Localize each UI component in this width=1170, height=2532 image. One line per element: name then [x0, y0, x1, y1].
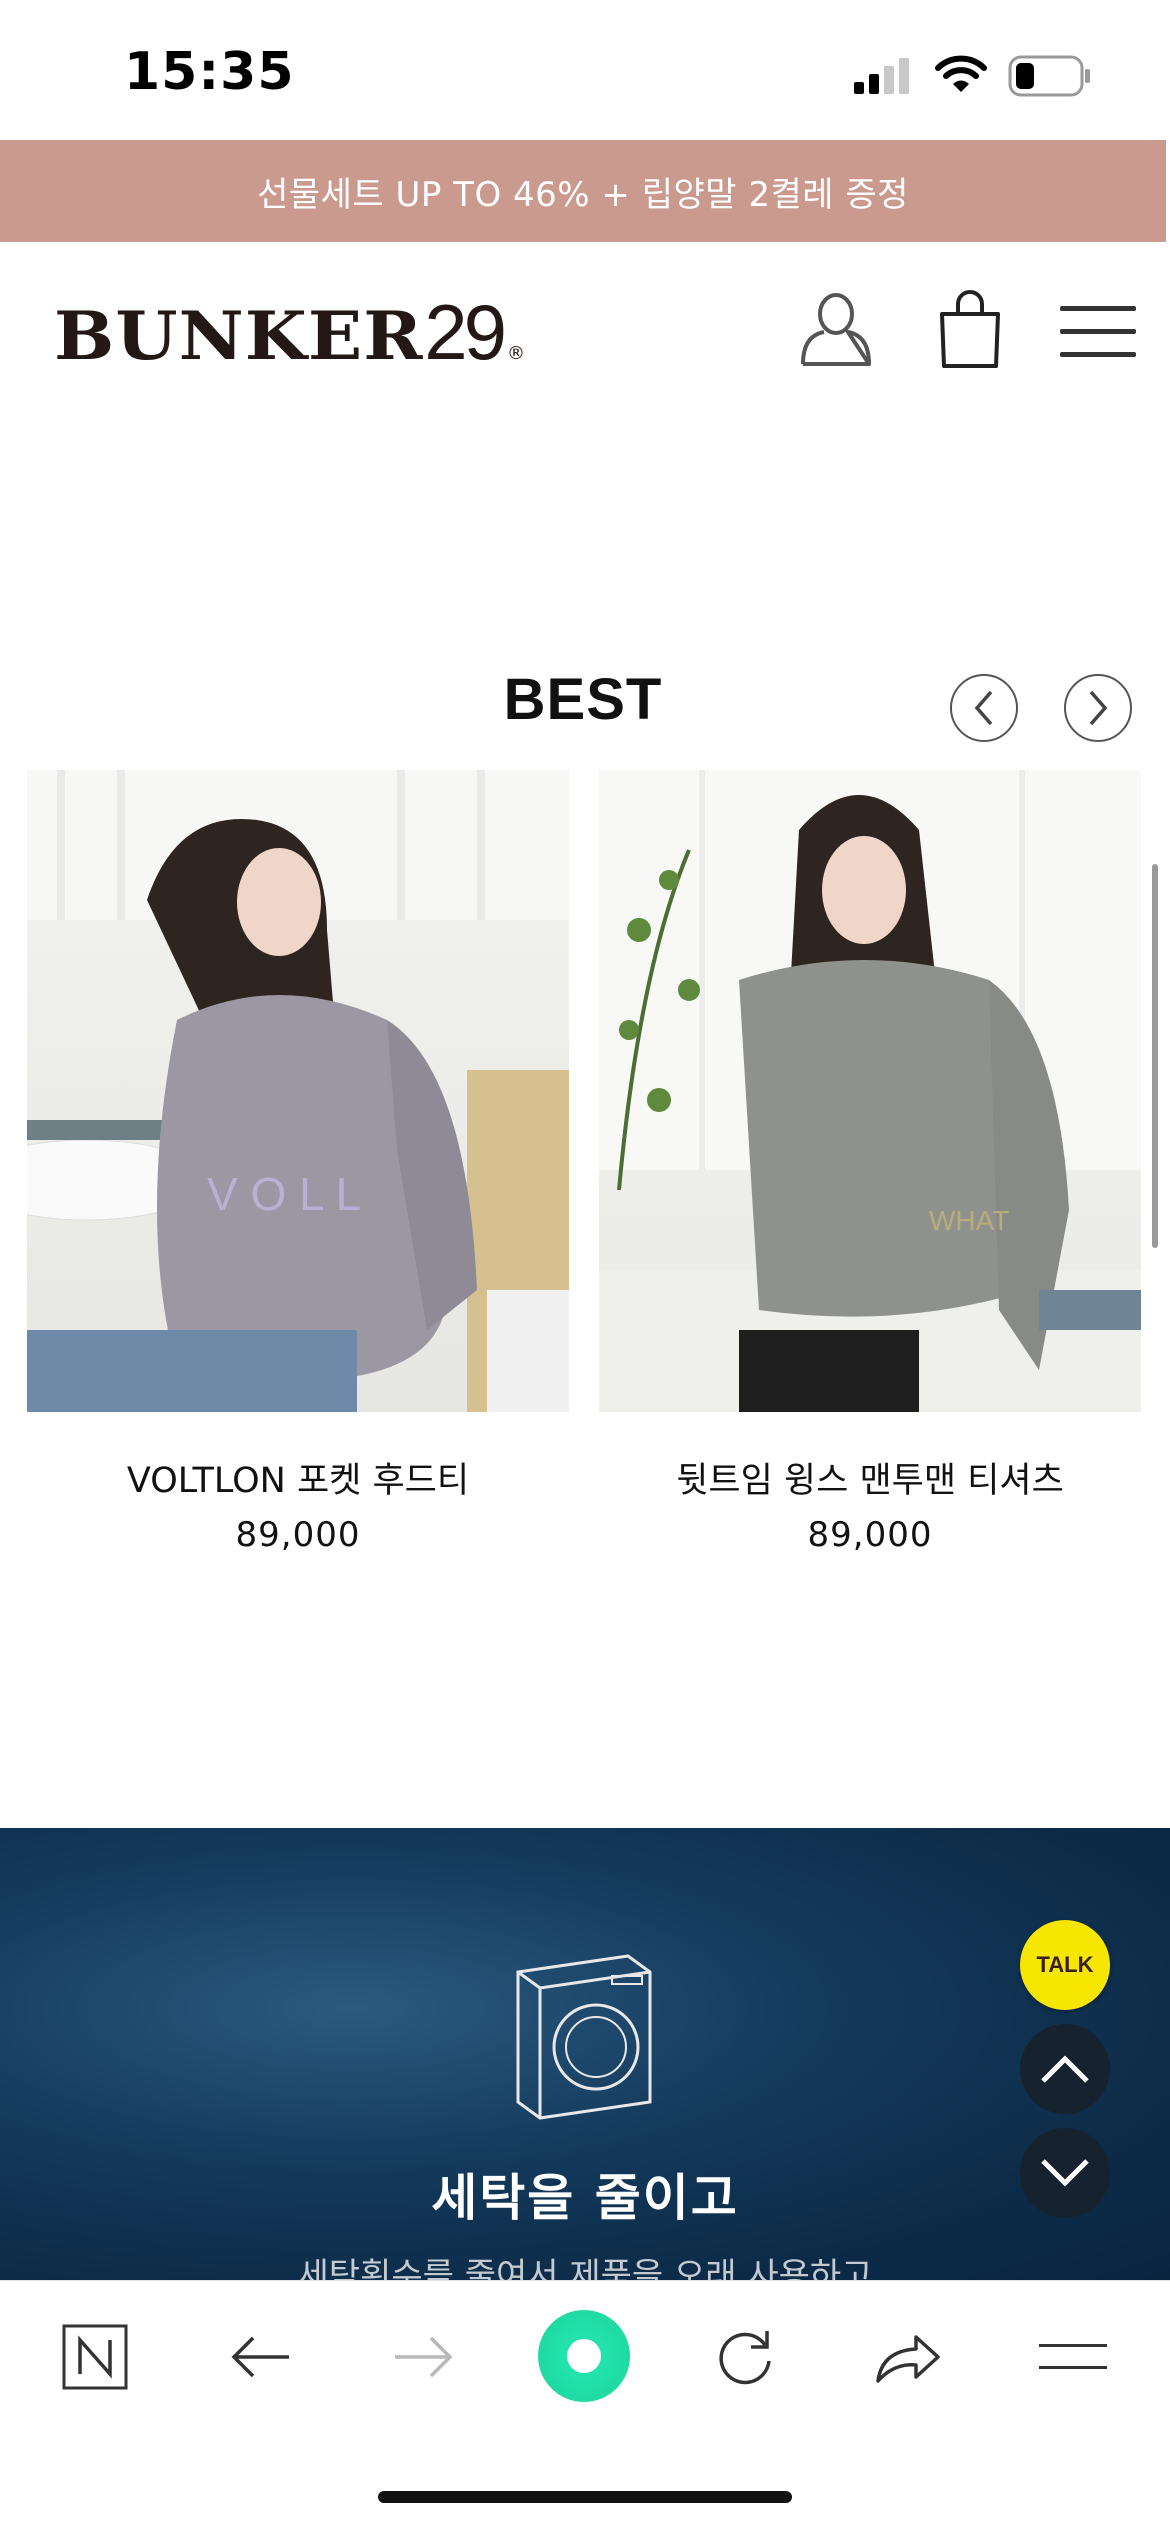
hamburger-icon[interactable] [1060, 304, 1136, 360]
brand-logo[interactable]: BUNKER 29 ® [54, 287, 525, 378]
chevron-up-icon [1041, 2055, 1089, 2083]
back-button[interactable] [222, 2318, 300, 2396]
shopping-bag-icon[interactable] [938, 288, 1002, 370]
promo-banner[interactable]: 선물세트 UP TO 46% + 립양말 2켤레 증정 [0, 140, 1166, 242]
refresh-button[interactable] [706, 2318, 784, 2396]
product-card[interactable]: WHAT 뒷트임 윙스 맨투맨 티셔츠 89,000 [599, 770, 1141, 1555]
home-indicator [378, 2491, 792, 2503]
product-name[interactable]: 뒷트임 윙스 맨투맨 티셔츠 [599, 1452, 1141, 1503]
menu-lines-icon [1039, 2344, 1107, 2369]
share-icon [876, 2335, 940, 2383]
washing-machine-icon [516, 1954, 652, 2120]
registered-mark: ® [506, 343, 525, 364]
share-button[interactable] [868, 2318, 946, 2396]
laundry-banner: 세탁을 줄이고 세탁횟수를 줄여서 제품을 오래 사용하고 [0, 1828, 1170, 2280]
naver-n-icon [62, 2324, 128, 2390]
status-time: 15:35 [124, 42, 295, 102]
forward-button[interactable] [384, 2318, 462, 2396]
scroll-top-button[interactable] [1020, 2024, 1110, 2114]
signal-icon [854, 58, 909, 94]
product-name[interactable]: VOLTLON 포켓 후드티 [27, 1452, 569, 1503]
svg-text:WHAT: WHAT [929, 1205, 1009, 1236]
product-price: 89,000 [807, 1515, 933, 1555]
battery-icon [1008, 55, 1090, 97]
arrow-left-icon [231, 2336, 289, 2378]
chevron-left-icon [974, 690, 993, 726]
product-image[interactable]: WHAT [599, 770, 1141, 1412]
scroll-bottom-button[interactable] [1020, 2128, 1110, 2218]
logo-wordmark: BUNKER [54, 297, 424, 375]
green-dot-button[interactable] [538, 2310, 630, 2402]
product-price: 89,000 [235, 1515, 361, 1555]
green-dot-icon [567, 2339, 601, 2373]
product-card[interactable]: V O L L VOLTLON 포켓 후드티 89,000 [27, 770, 569, 1555]
refresh-icon [719, 2331, 771, 2385]
chevron-right-icon [1089, 690, 1108, 726]
kakao-talk-button[interactable]: TALK [1020, 1920, 1110, 2010]
logo-number: 29 [424, 288, 507, 376]
wifi-icon [935, 55, 987, 92]
naver-home-button[interactable] [56, 2318, 134, 2396]
carousel-next-button[interactable] [1064, 674, 1132, 742]
carousel-prev-button[interactable] [950, 674, 1018, 742]
arrow-right-icon [395, 2336, 453, 2378]
laundry-heading: 세탁을 줄이고 [431, 2169, 739, 2227]
talk-label: TALK [1036, 1952, 1094, 1977]
user-icon[interactable] [798, 290, 874, 370]
scrollbar[interactable] [1152, 864, 1158, 1248]
svg-text:V O L L: V O L L [207, 1168, 361, 1220]
laundry-subtext: 세탁횟수를 줄여서 제품을 오래 사용하고 [297, 2256, 873, 2280]
site-header: BUNKER 29 ® [0, 242, 1170, 422]
browser-menu-button[interactable] [1034, 2318, 1112, 2396]
chevron-down-icon [1041, 2159, 1089, 2187]
product-image[interactable]: V O L L [27, 770, 569, 1412]
status-bar: 15:35 [0, 0, 1170, 140]
promo-text: 선물세트 UP TO 46% + 립양말 2켤레 증정 [257, 174, 909, 215]
